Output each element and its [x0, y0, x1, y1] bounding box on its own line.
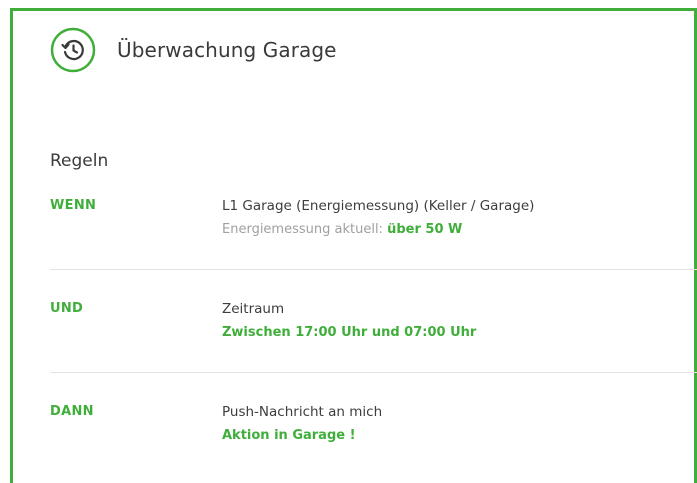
divider — [50, 372, 697, 373]
rule-condition-label: Energiemessung aktuell: — [222, 222, 388, 237]
rule-condition-device: L1 Garage (Energiemessung) (Keller / Gar… — [222, 198, 535, 214]
rule-keyword: DANN — [50, 404, 94, 419]
rule-action-detail: Aktion in Garage ! — [222, 428, 356, 443]
rule-action-value: Aktion in Garage ! — [222, 428, 356, 443]
rule-condition-detail: Energiemessung aktuell: über 50 W — [222, 222, 462, 237]
page-title: Überwachung Garage — [117, 38, 337, 62]
rule-card: Überwachung Garage Regeln WENN L1 Garage… — [10, 8, 697, 483]
rule-condition-detail: Zwischen 17:00 Uhr und 07:00 Uhr — [222, 325, 476, 340]
rule-condition-type: Zeitraum — [222, 301, 285, 317]
history-icon — [49, 26, 97, 74]
rule-action-type: Push-Nachricht an mich — [222, 404, 383, 420]
rules-section-title: Regeln — [50, 151, 109, 171]
rule-condition-value: Zwischen 17:00 Uhr und 07:00 Uhr — [222, 325, 477, 340]
rule-condition-value: über 50 W — [387, 222, 463, 237]
card-header: Überwachung Garage — [49, 25, 337, 75]
rule-keyword: UND — [50, 301, 84, 316]
divider — [50, 269, 697, 270]
rule-keyword: WENN — [50, 198, 97, 213]
